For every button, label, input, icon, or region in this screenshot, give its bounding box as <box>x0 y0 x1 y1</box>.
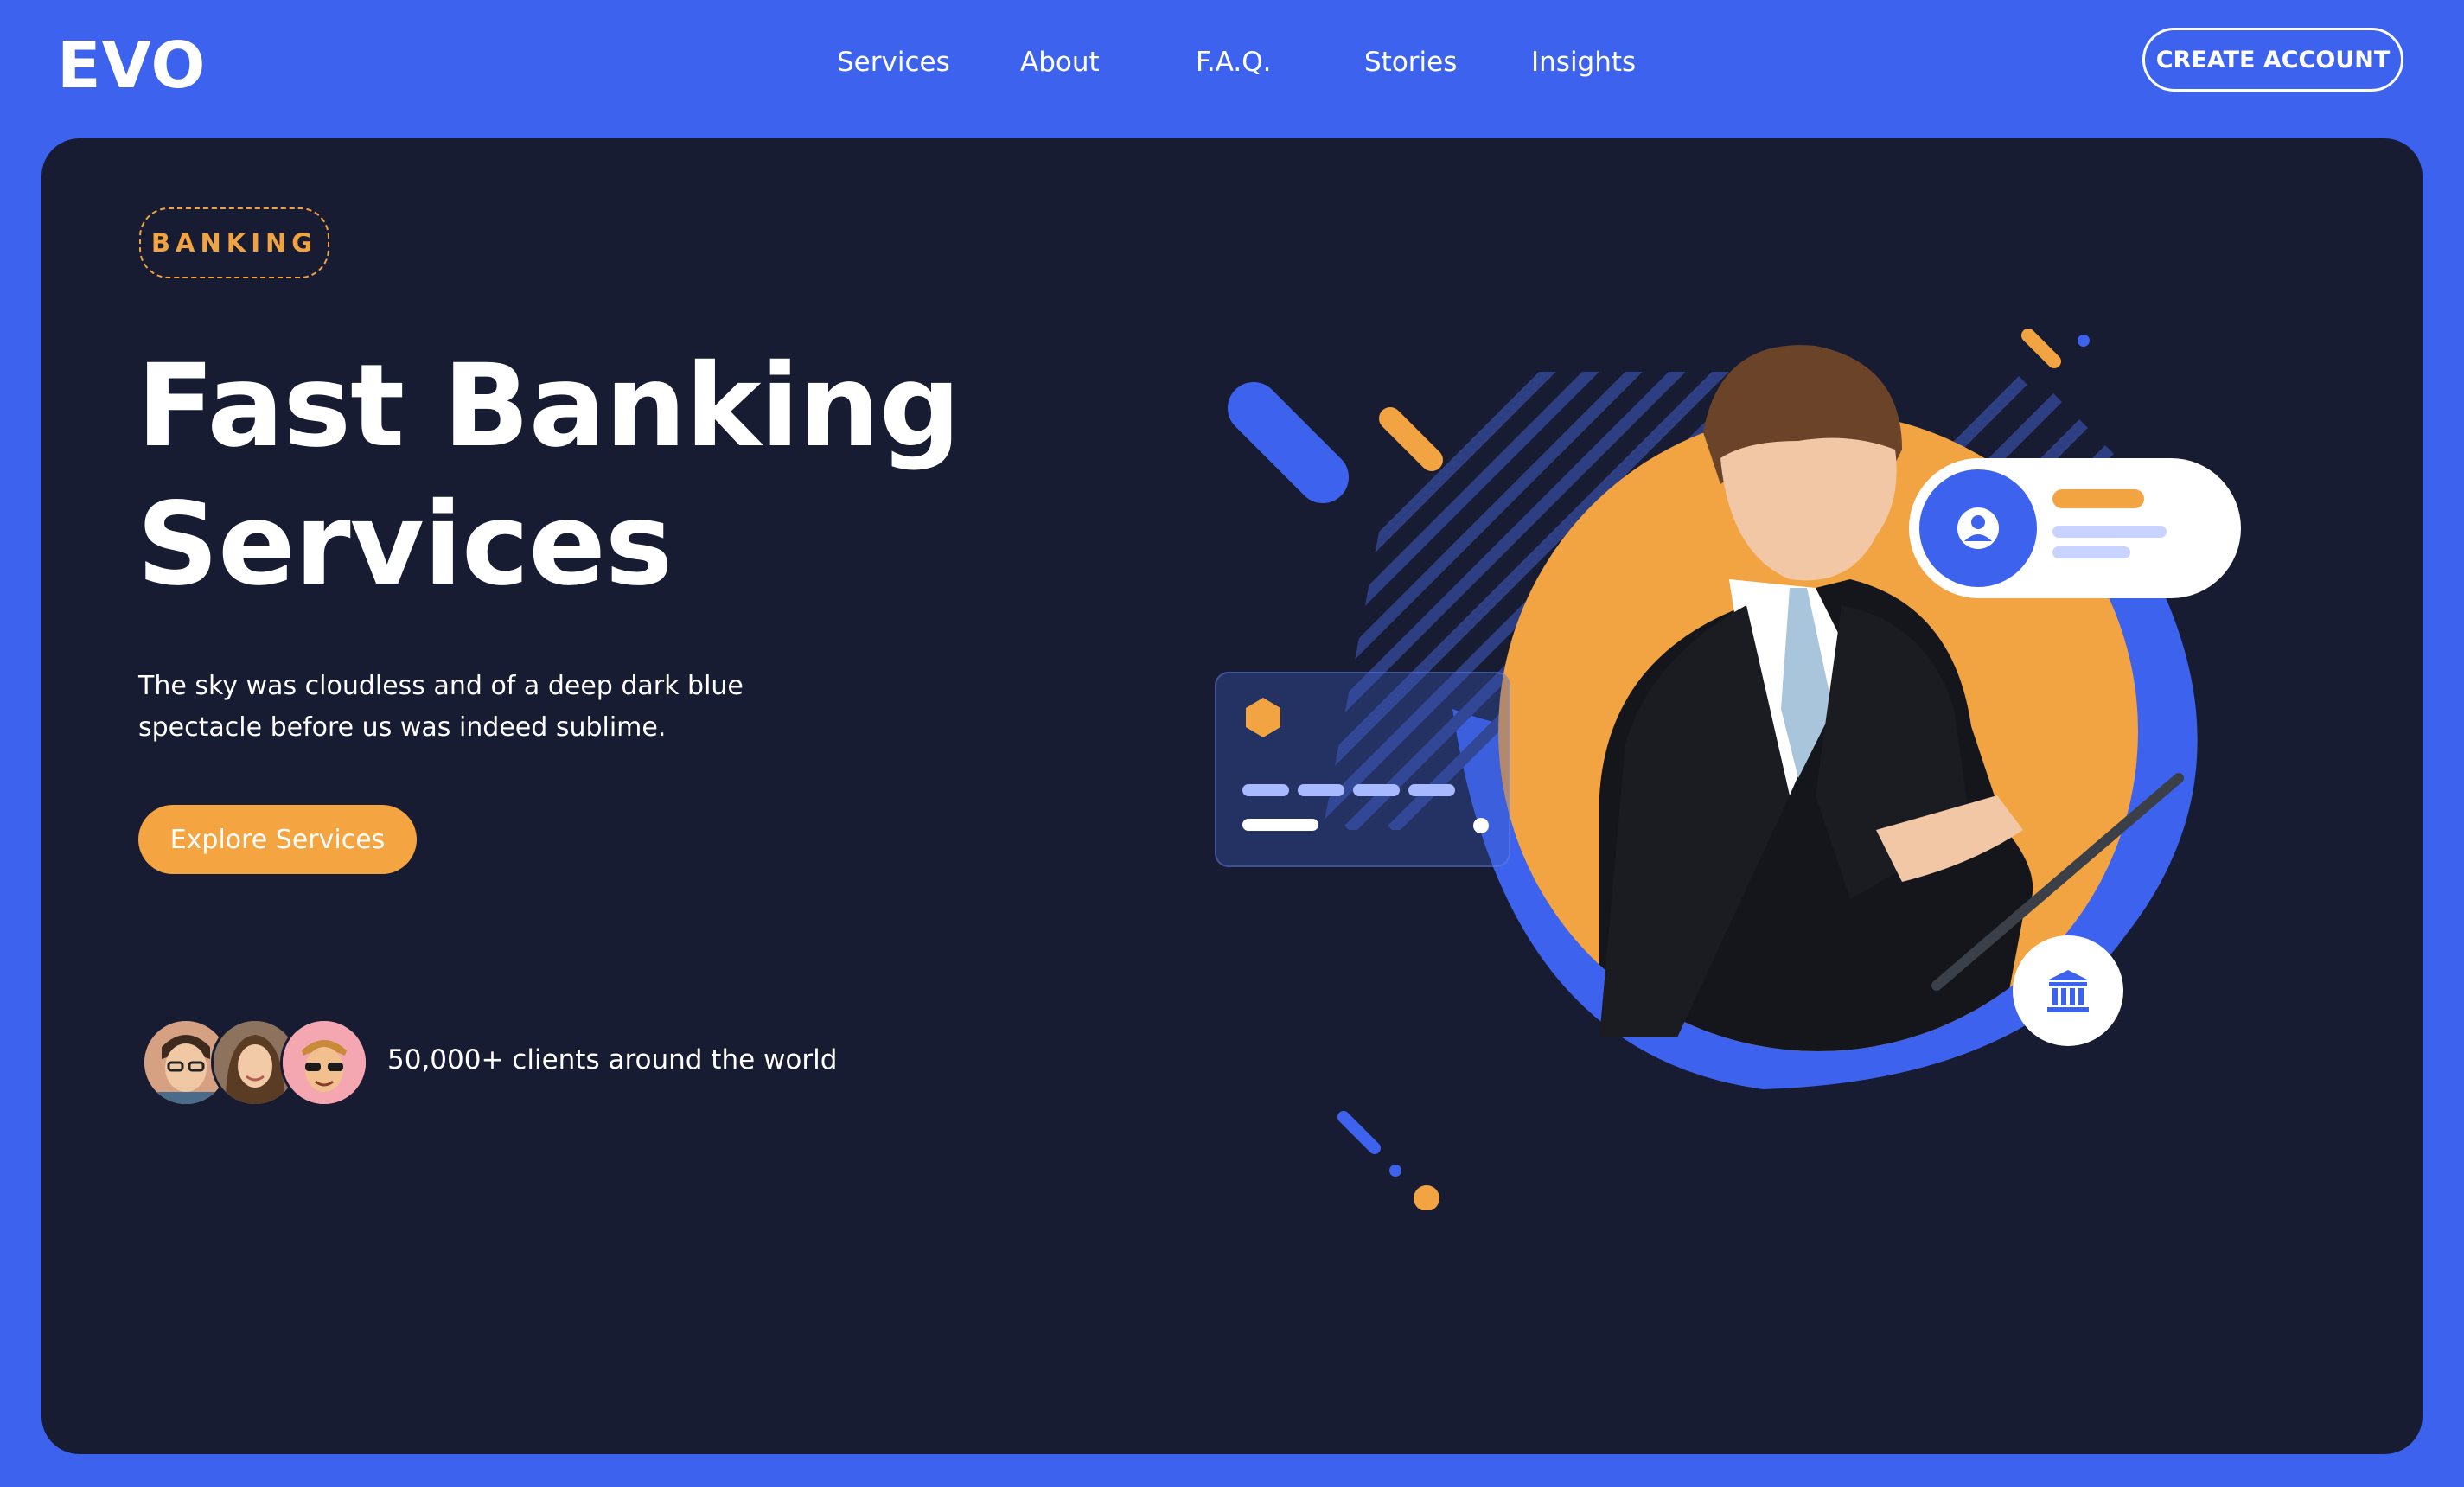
orange-small-dot <box>1414 1185 1439 1210</box>
avatar-man-sunglasses-image <box>283 1021 366 1104</box>
blue-small-dot <box>1389 1165 1401 1177</box>
blue-dot-decoration <box>2078 335 2090 347</box>
profile-info-card <box>1909 458 2241 598</box>
client-avatars <box>142 1018 375 1107</box>
nav-link-faq[interactable]: F.A.Q. <box>1196 43 1271 81</box>
nav-link-services[interactable]: Services <box>837 43 950 81</box>
user-circle-icon <box>1957 507 1999 549</box>
hero-description: The sky was cloudless and of a deep dark… <box>138 666 882 749</box>
explore-services-button[interactable]: Explore Services <box>138 805 417 874</box>
banking-tag: BANKING <box>139 207 329 278</box>
bank-building-icon <box>2047 970 2089 1012</box>
description-line-2: spectacle before us was indeed sublime. <box>138 712 667 743</box>
nav-link-stories[interactable]: Stories <box>1364 43 1457 81</box>
top-navigation-bar: EVO Services About F.A.Q. Stories Insigh… <box>0 0 2464 138</box>
orange-dash-decoration <box>2021 329 2061 368</box>
create-account-button[interactable]: CREATE ACCOUNT <box>2142 28 2403 92</box>
headline-line-2: Services <box>137 478 673 611</box>
headline-line-1: Fast Banking <box>137 340 961 473</box>
credit-card-widget <box>1215 672 1510 867</box>
orange-pill-decoration <box>1379 407 1443 471</box>
description-line-1: The sky was cloudless and of a deep dark… <box>138 671 744 701</box>
hexagon-chip-icon <box>1246 698 1280 737</box>
nav-link-insights[interactable]: Insights <box>1531 43 1636 81</box>
hero-headline: Fast Banking Services <box>137 337 1088 614</box>
nav-link-about[interactable]: About <box>1020 43 1100 81</box>
blue-pill-decoration <box>1228 382 1349 503</box>
blue-dash-decoration <box>1337 1111 1381 1154</box>
evo-logo[interactable]: EVO <box>57 26 206 105</box>
bank-badge <box>2013 935 2123 1046</box>
clients-count-text: 50,000+ clients around the world <box>387 1044 838 1075</box>
avatar <box>280 1018 368 1107</box>
